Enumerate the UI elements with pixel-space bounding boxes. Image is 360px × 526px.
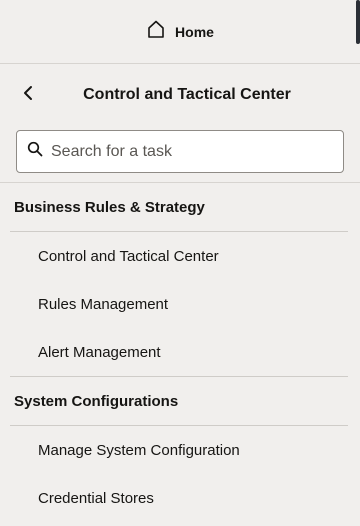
home-icon — [146, 19, 166, 44]
page-title: Control and Tactical Center — [83, 86, 291, 103]
section-header-business-rules: Business Rules & Strategy — [14, 198, 205, 216]
search-box[interactable] — [16, 130, 344, 173]
search-icon — [27, 141, 43, 162]
nav-item-control-tactical-center[interactable]: Control and Tactical Center — [0, 232, 360, 280]
search-input[interactable] — [51, 142, 311, 161]
nav-item-rules-management[interactable]: Rules Management — [0, 280, 360, 328]
nav-item-manage-system-configuration[interactable]: Manage System Configuration — [0, 426, 360, 474]
back-button[interactable] — [18, 83, 38, 107]
scrollbar[interactable] — [356, 0, 360, 44]
home-label: Home — [175, 23, 214, 40]
title-bar: Control and Tactical Center — [0, 64, 360, 126]
home-link[interactable]: Home — [0, 0, 360, 64]
nav-item-alert-management[interactable]: Alert Management — [0, 328, 360, 376]
section-header-system-configurations: System Configurations — [14, 392, 179, 410]
nav-item-credential-stores[interactable]: Credential Stores — [0, 474, 360, 522]
search-container — [0, 126, 360, 183]
chevron-left-icon — [22, 85, 34, 106]
